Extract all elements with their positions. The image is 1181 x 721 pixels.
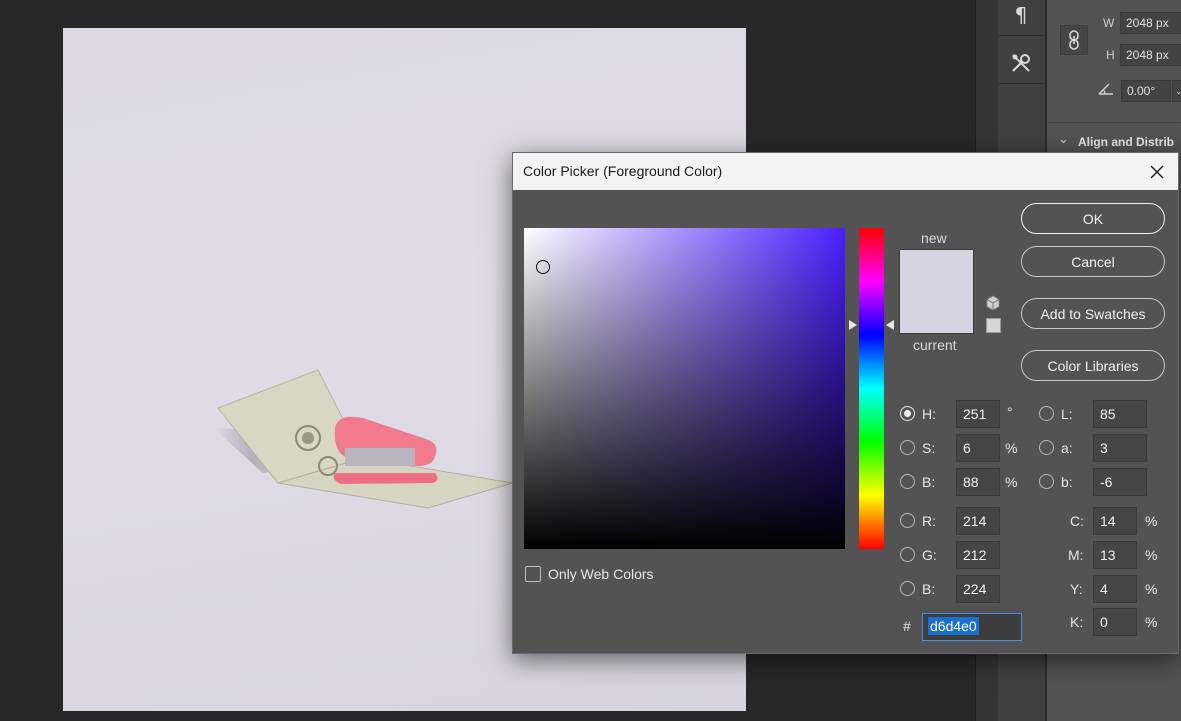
magenta-unit: %: [1145, 547, 1158, 563]
color-preview: [899, 249, 974, 334]
black-input[interactable]: 0: [1093, 608, 1137, 636]
hue-unit: °: [1007, 404, 1013, 420]
green-input[interactable]: 212: [956, 541, 1000, 569]
lab-b-radio[interactable]: [1039, 474, 1054, 489]
hue-radio[interactable]: [900, 406, 915, 421]
blue-radio[interactable]: [900, 581, 915, 596]
lab-l-input[interactable]: 85: [1093, 400, 1147, 428]
chevron-down-icon: ⌄: [1175, 86, 1181, 96]
lab-a-radio[interactable]: [1039, 440, 1054, 455]
lab-b-input[interactable]: -6: [1093, 468, 1147, 496]
blue-label: B:: [922, 581, 936, 597]
hex-value: d6d4e0: [928, 617, 979, 635]
red-radio[interactable]: [900, 513, 915, 528]
magenta-input[interactable]: 13: [1093, 541, 1137, 569]
yellow-unit: %: [1145, 581, 1158, 597]
black-label: K:: [1070, 614, 1084, 630]
close-button[interactable]: [1144, 159, 1170, 185]
saturation-radio[interactable]: [900, 440, 915, 455]
yellow-label: Y:: [1070, 581, 1083, 597]
green-label: G:: [922, 547, 937, 563]
chain-link-icon: [1069, 30, 1079, 50]
lab-a-label: a:: [1061, 440, 1073, 456]
tool-presets-button[interactable]: [998, 42, 1044, 84]
red-label: R:: [922, 513, 936, 529]
color-libraries-button[interactable]: Color Libraries: [1021, 350, 1165, 381]
only-web-colors-label: Only Web Colors: [548, 566, 654, 582]
cyan-input[interactable]: 14: [1093, 507, 1137, 535]
out-of-gamut-cube-icon[interactable]: [985, 295, 1001, 311]
web-safe-swatch[interactable]: [986, 318, 1001, 333]
angle-icon: [1098, 83, 1113, 95]
angle-dropdown[interactable]: ⌄: [1172, 80, 1181, 102]
hex-input[interactable]: d6d4e0: [922, 613, 1022, 641]
dialog-titlebar[interactable]: Color Picker (Foreground Color): [513, 153, 1178, 190]
align-section-title: Align and Distrib: [1078, 135, 1174, 149]
chevron-down-icon: ⌄: [1058, 131, 1069, 146]
hue-label: H:: [922, 406, 936, 422]
width-field[interactable]: 2048 px: [1120, 12, 1181, 34]
hue-slider-handle-left[interactable]: [849, 320, 857, 330]
lab-a-input[interactable]: 3: [1093, 434, 1147, 462]
height-field[interactable]: 2048 px: [1120, 44, 1181, 66]
cancel-button[interactable]: Cancel: [1021, 246, 1165, 277]
lab-l-label: L:: [1061, 406, 1073, 422]
lab-l-radio[interactable]: [1039, 406, 1054, 421]
tools-icon: [1012, 53, 1030, 72]
dialog-title: Color Picker (Foreground Color): [523, 163, 723, 179]
yellow-input[interactable]: 4: [1093, 575, 1137, 603]
brightness-radio[interactable]: [900, 474, 915, 489]
ok-button[interactable]: OK: [1021, 203, 1165, 234]
add-to-swatches-button[interactable]: Add to Swatches: [1021, 298, 1165, 329]
brightness-label: B:: [922, 474, 936, 490]
hue-slider[interactable]: [859, 228, 884, 549]
red-input[interactable]: 214: [956, 507, 1000, 535]
brightness-unit: %: [1005, 474, 1018, 490]
color-picker-dialog: Color Picker (Foreground Color) new curr…: [512, 152, 1179, 654]
saturation-brightness-field[interactable]: [524, 228, 845, 549]
angle-field[interactable]: 0.00°: [1121, 80, 1171, 102]
magenta-label: M:: [1068, 547, 1084, 563]
close-icon: [1150, 165, 1164, 179]
saturation-label: S:: [922, 440, 936, 456]
brightness-input[interactable]: 88: [956, 468, 1000, 496]
lab-b-label: b:: [1061, 474, 1073, 490]
saturation-input[interactable]: 6: [956, 434, 1000, 462]
width-label: W: [1103, 16, 1115, 30]
only-web-colors-checkbox[interactable]: [525, 566, 541, 582]
paragraph-icon: ¶: [1014, 2, 1028, 27]
blue-input[interactable]: 224: [956, 575, 1000, 603]
new-color-label: new: [921, 230, 947, 246]
cyan-label: C:: [1070, 513, 1084, 529]
green-radio[interactable]: [900, 547, 915, 562]
paragraph-panel-button[interactable]: ¶: [998, 0, 1044, 36]
hue-slider-handle-right[interactable]: [886, 320, 894, 330]
cyan-unit: %: [1145, 513, 1158, 529]
hex-label: #: [903, 618, 911, 634]
height-label: H: [1106, 48, 1115, 62]
color-field-cursor[interactable]: [536, 260, 550, 274]
new-color-swatch: [900, 250, 973, 333]
current-color-label: current: [913, 337, 957, 353]
black-unit: %: [1145, 614, 1158, 630]
saturation-unit: %: [1005, 440, 1018, 456]
hue-input[interactable]: 251: [956, 400, 1000, 428]
link-dimensions-button[interactable]: [1060, 25, 1088, 55]
